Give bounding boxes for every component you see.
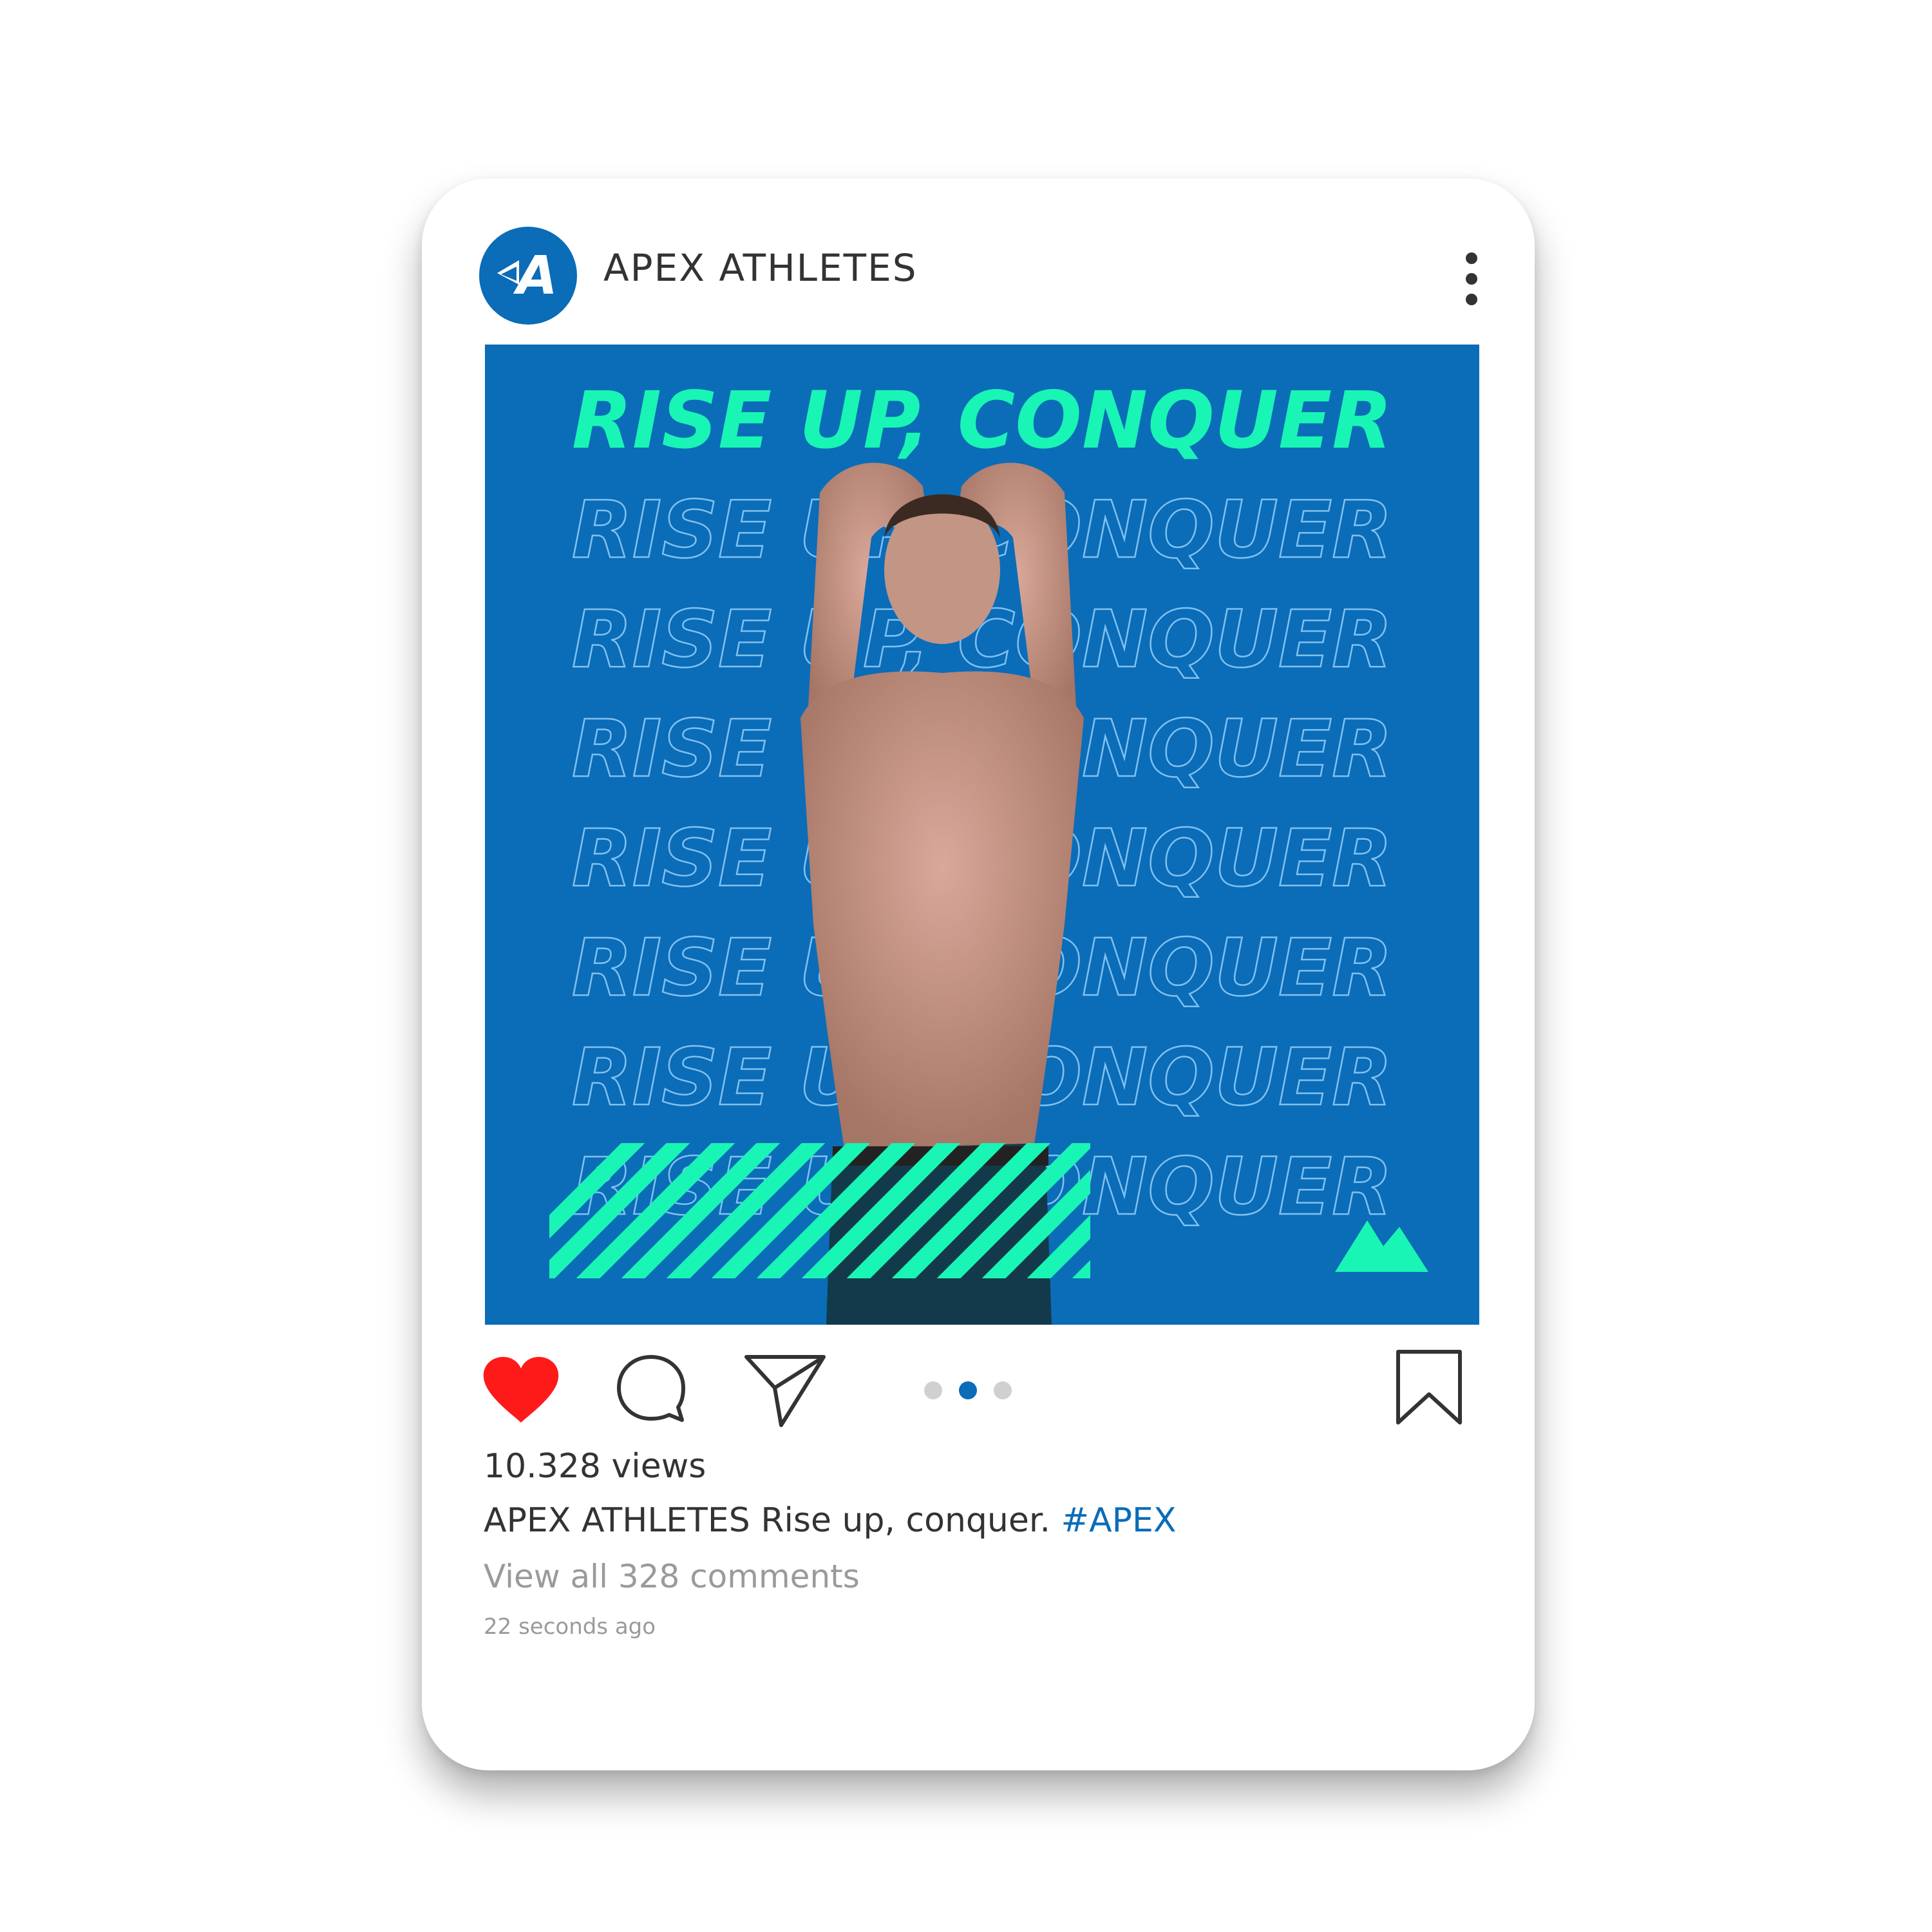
bookmark-icon[interactable] (1394, 1349, 1464, 1426)
actions-bar (422, 1338, 1535, 1441)
carousel-dot[interactable] (994, 1381, 1012, 1399)
avatar-letter: A (513, 245, 557, 307)
page: A APEX ATHLETES RISE CONQUER RISE UP, CO… (0, 0, 1932, 1932)
headline: RISE UP, CONQUER (572, 375, 1392, 466)
paper-plane-icon[interactable] (744, 1352, 826, 1428)
hashtag-link[interactable]: #APEX (1061, 1501, 1177, 1540)
heart-filled-icon[interactable] (481, 1356, 561, 1424)
carousel-dot[interactable] (924, 1381, 942, 1399)
post-timestamp: 22 seconds ago (484, 1614, 656, 1640)
caption-text: Rise up, conquer. (750, 1501, 1061, 1540)
view-comments-link[interactable]: View all 328 comments (484, 1560, 860, 1593)
apex-logo-icon[interactable]: A (479, 227, 577, 325)
caption: APEX ATHLETES Rise up, conquer. #APEX (484, 1504, 1177, 1537)
account-name[interactable]: APEX ATHLETES (603, 249, 918, 287)
more-vertical-icon[interactable] (1452, 249, 1491, 308)
view-count: 10.328 views (484, 1447, 706, 1486)
caption-author[interactable]: APEX ATHLETES (484, 1501, 750, 1540)
speech-bubble-icon[interactable] (615, 1353, 687, 1425)
carousel-dot-active[interactable] (959, 1381, 977, 1399)
post-card: A APEX ATHLETES RISE CONQUER RISE UP, CO… (422, 178, 1535, 1770)
post-image[interactable]: RISE UP, CONQUER RISE UP, CONQUER RISE U… (485, 345, 1479, 1325)
